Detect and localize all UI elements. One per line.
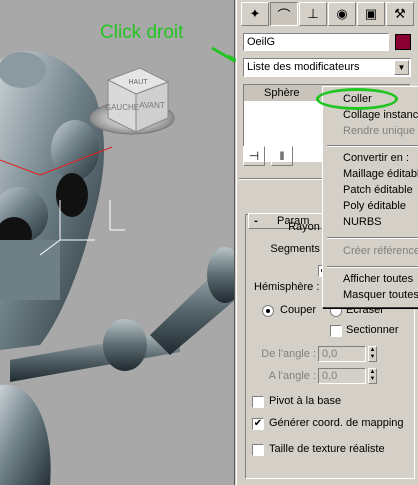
viewcube-face-right[interactable]: AVANT	[139, 101, 165, 110]
de-angle-spinner[interactable]: 0,0	[318, 346, 366, 362]
couper-radio[interactable]	[262, 305, 274, 317]
cursor-icon[interactable]: ✦	[241, 2, 269, 26]
scene-render: HAUT GAUCHE AVANT	[0, 46, 234, 485]
modify-icon[interactable]: ⌒	[270, 2, 298, 26]
chevron-down-icon[interactable]: ▼	[394, 60, 409, 75]
utilities-icon[interactable]: ⚒	[386, 2, 414, 26]
menu-item-afficher-toutes[interactable]: Afficher toutes	[325, 273, 418, 288]
hemisphere-label: Hémisphère :	[254, 281, 320, 293]
a-angle-spin-buttons[interactable]: ▲ ▼	[368, 368, 377, 384]
pivot-label: Pivot à la base	[269, 395, 342, 407]
robot-body	[0, 384, 51, 485]
generer-label: Générer coord. de mapping	[269, 417, 404, 429]
rayon-label: Rayon :	[288, 221, 326, 233]
menu-item-maillage-editable[interactable]: Maillage éditable	[325, 168, 418, 183]
object-color-swatch[interactable]	[395, 34, 411, 50]
hierarchy-icon[interactable]: ⊥	[299, 2, 327, 26]
viewcube-face-left[interactable]: GAUCHE	[105, 103, 139, 112]
taille-label: Taille de texture réaliste	[269, 443, 385, 455]
annotation-ring	[316, 88, 398, 110]
modifier-list-dropdown[interactable]: Liste des modificateurs ▼	[243, 58, 411, 77]
sectionner-label: Sectionner	[346, 324, 399, 336]
couper-label: Couper	[280, 304, 317, 316]
menu-item-nurbs[interactable]: NURBS	[325, 216, 418, 231]
display-icon[interactable]: ▣	[357, 2, 385, 26]
pivot-checkbox[interactable]	[252, 396, 264, 408]
viewport[interactable]: HAUT GAUCHE AVANT Click droit	[0, 0, 235, 485]
pin-stack-icon[interactable]: ⊣	[243, 146, 265, 166]
modifier-list-label: Liste des modificateurs	[247, 61, 360, 73]
menu-separator	[327, 145, 418, 147]
menu-item-creer-reference: Créer référence	[343, 245, 418, 257]
taille-checkbox[interactable]	[252, 444, 264, 456]
viewcube-face-top[interactable]: HAUT	[128, 79, 148, 86]
sectionner-checkbox[interactable]	[330, 325, 342, 337]
menu-item-poly-editable[interactable]: Poly éditable	[325, 200, 418, 215]
context-menu: Coller Collage instancié Rendre unique C…	[322, 86, 418, 308]
menu-separator	[327, 266, 418, 268]
a-angle-label: A l'angle :	[268, 370, 316, 382]
object-name-field[interactable]: OeilG	[243, 33, 389, 51]
de-angle-label: De l'angle :	[261, 348, 316, 360]
a-angle-spinner[interactable]: 0,0	[318, 368, 366, 384]
motion-icon[interactable]: ◉	[328, 2, 356, 26]
segments-label: Segments :	[270, 243, 326, 255]
menu-item-patch-editable[interactable]: Patch éditable	[325, 184, 418, 199]
show-end-result-icon[interactable]: ‖	[271, 146, 293, 166]
command-tabs: ✦ ⌒ ⊥ ◉ ▣ ⚒	[241, 2, 414, 26]
menu-separator	[327, 237, 418, 239]
menu-item-masquer-toutes[interactable]: Masquer toutes	[325, 289, 418, 304]
annotation-arrow	[211, 46, 234, 63]
generer-checkbox[interactable]: ✔	[252, 418, 264, 430]
menu-item-rendre-unique: Rendre unique	[343, 125, 416, 137]
menu-item-convertir-en[interactable]: Convertir en :	[325, 152, 418, 167]
menu-item-collage-instancie[interactable]: Collage instancié	[325, 109, 418, 124]
robot-eye-right	[51, 120, 99, 180]
de-angle-spin-buttons[interactable]: ▲ ▼	[368, 346, 377, 362]
annotation-text: Click droit	[100, 22, 184, 43]
